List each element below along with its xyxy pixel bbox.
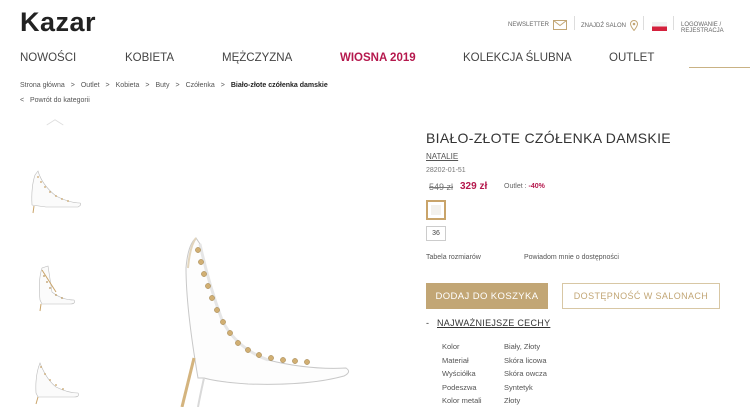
spec-row: Materiał Skóra licowa [442,356,642,370]
outlet-discount: Outlet : -40% [504,183,545,190]
breadcrumb-separator: > [145,82,150,89]
breadcrumb-item[interactable]: Buty [155,82,169,89]
spec-value: Skóra licowa [504,355,547,365]
spec-row: Kolor Biały, Złoty [442,342,642,356]
spec-key: Materiał [442,355,469,365]
spec-key: Kolor [442,342,460,351]
product-thumbnail[interactable] [26,165,86,215]
spec-row: Kolor metali Złoty [442,396,642,407]
header-divider [574,16,575,30]
spec-value: Złoty [504,396,521,405]
thumbnails-up-arrow-icon[interactable] [46,118,64,126]
swatch-fill [431,205,441,215]
newsletter-label: NEWSLETTER [508,22,550,28]
product-title: BIAŁO-ZŁOTE CZÓŁENKA DAMSKIE [426,130,671,146]
color-swatch-white[interactable] [426,200,446,220]
nav-item-outlet[interactable]: OUTLET [609,52,654,64]
spec-key: Podeszwa [442,382,477,392]
product-thumbnail[interactable] [26,262,86,312]
spec-row: Wyściółka Skóra owcza [442,369,642,383]
spec-key: Kolor metali [442,396,482,405]
spec-value: Syntetyk [504,382,533,392]
envelope-icon [553,20,568,30]
spec-value: Skóra owcza [504,369,547,378]
breadcrumb-item[interactable]: Outlet [81,82,100,89]
collapse-icon: - [426,318,429,328]
header-divider [643,16,644,30]
login-register-link[interactable]: LOGOWANIE / REJESTRACJA [681,22,750,34]
product-main-image[interactable] [158,228,358,407]
notify-availability-link[interactable]: Powiadom mnie o dostępności [524,254,619,261]
header-divider [673,16,674,30]
breadcrumb-item[interactable]: Kobieta [116,82,140,89]
breadcrumb-item[interactable]: Strona główna [20,82,65,89]
poland-flag-icon [652,22,667,31]
old-price: 549 zł [429,182,454,192]
discount-value: -40% [528,183,545,190]
nav-item-wiosna-2019[interactable]: WIOSNA 2019 [340,52,416,64]
nav-item-kobieta[interactable]: KOBIETA [125,52,174,64]
nav-item-kolekcja-slubna[interactable]: KOLEKCJA ŚLUBNA [463,52,572,64]
breadcrumb-separator: > [175,82,180,89]
size-table-link[interactable]: Tabela rozmiarów [426,254,481,261]
size-option-36[interactable]: 36 [426,226,446,241]
product-thumbnail[interactable] [26,355,86,405]
back-arrow-icon: < [20,97,25,104]
spec-key: Wyściółka [442,369,476,378]
back-to-category-link[interactable]: < Powrót do kategorii [20,97,90,104]
sale-price: 329 zł [460,181,488,192]
login-label: LOGOWANIE / REJESTRACJA [681,22,724,34]
kazar-logo[interactable]: Kazar [20,7,96,38]
find-salon-label: ZNAJDŹ SALON [581,22,627,29]
find-salon-link[interactable]: ZNAJDŹ SALON [581,20,639,31]
outlet-label: Outlet : [504,183,527,190]
product-brand-link[interactable]: NATALIE [426,152,458,161]
nav-item-mezczyzna[interactable]: MĘŻCZYZNA [222,52,292,64]
add-to-cart-button[interactable]: DODAJ DO KOSZYKA [426,283,548,309]
breadcrumb-item[interactable]: Czółenka [186,82,215,89]
breadcrumb: Strona główna > Outlet > Kobieta > Buty … [20,82,328,89]
nav-item-nowosci[interactable]: NOWOŚCI [20,52,76,64]
language-selector[interactable] [652,22,667,31]
newsletter-link[interactable]: NEWSLETTER [508,20,568,30]
spec-list: Kolor Biały, Złoty Materiał Skóra licowa W… [442,342,642,407]
store-availability-button[interactable]: DOSTĘPNOŚĆ W SALONACH [562,283,720,309]
features-title: NAJWAŻNIEJSZE CECHY [437,318,551,328]
breadcrumb-current: Biało-złote czółenka damskie [230,82,328,89]
nav-active-underline [689,67,750,68]
features-toggle[interactable]: - NAJWAŻNIEJSZE CECHY [426,318,550,328]
main-nav: NOWOŚCI KOBIETA MĘŻCZYZNA WIOSNA 2019 KO… [0,52,750,68]
product-sku: 28202-01-51 [426,167,466,174]
back-label: Powrót do kategorii [29,97,90,104]
breadcrumb-separator: > [105,82,110,89]
breadcrumb-separator: > [70,82,75,89]
breadcrumb-separator: > [220,82,225,89]
location-pin-icon [630,20,639,31]
spec-row: Podeszwa Syntetyk [442,383,642,397]
spec-value: Biały, Złoty [504,342,541,351]
